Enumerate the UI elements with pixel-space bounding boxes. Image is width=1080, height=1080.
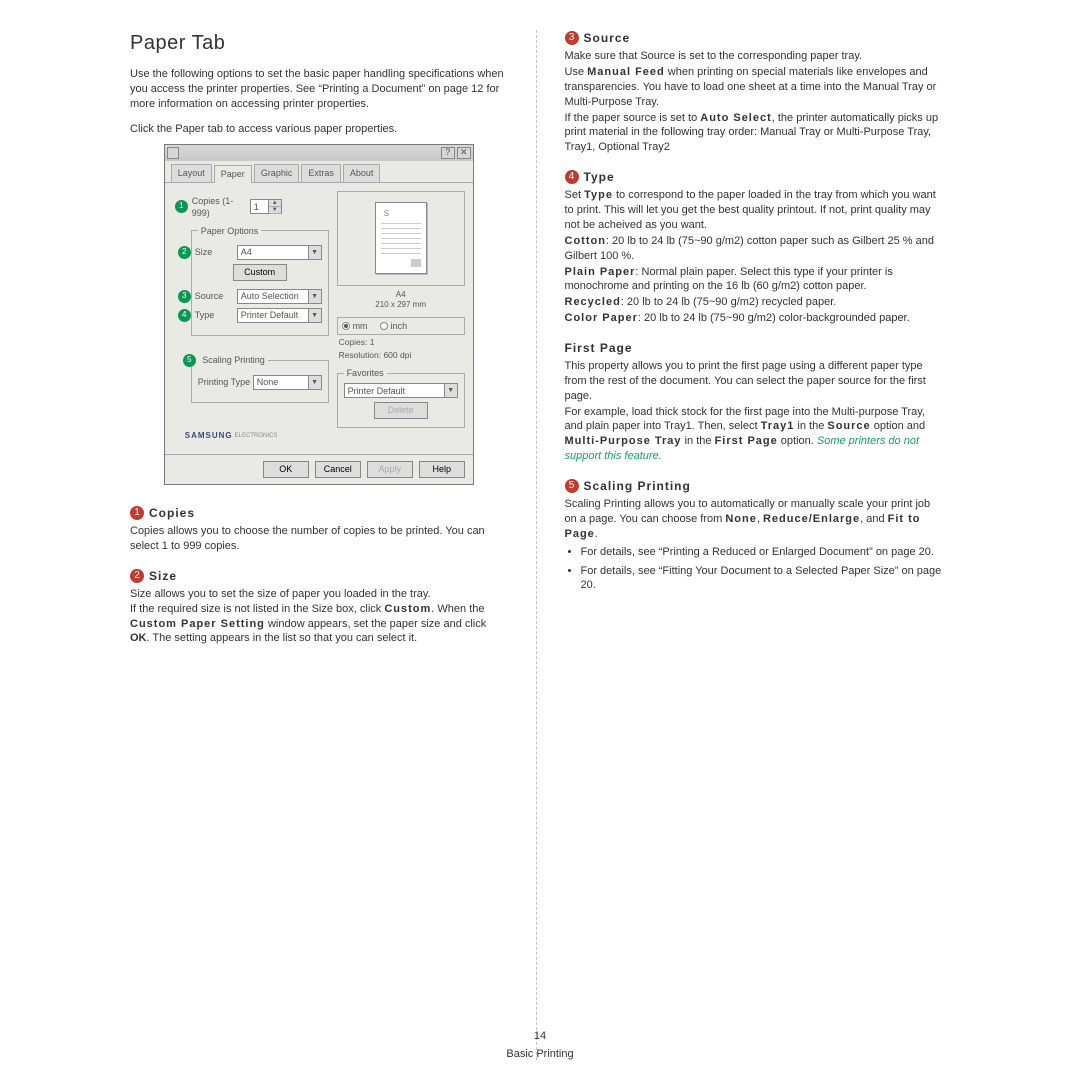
brand-sub: ELECTRONICS: [235, 432, 278, 440]
favorites-delete-button[interactable]: Delete: [374, 402, 428, 419]
printing-type-label: Printing Type: [198, 376, 253, 388]
copies-label: Copies (1-999): [192, 195, 250, 219]
unit-selector[interactable]: mm inch: [337, 317, 465, 335]
callout-2: 2: [178, 246, 191, 259]
section-title-scaling: Scaling Printing: [584, 478, 691, 494]
brand-logo: SAMSUNG: [185, 431, 233, 442]
preview-caption-size: A4: [337, 290, 465, 301]
tab-graphic[interactable]: Graphic: [254, 164, 300, 181]
type-body-1: Set Type to correspond to the paper load…: [565, 188, 943, 233]
favorites-legend: Favorites: [344, 367, 387, 379]
source-body-1: Make sure that Source is set to the corr…: [565, 49, 943, 64]
apply-button[interactable]: Apply: [367, 461, 413, 478]
type-plain: Plain Paper: Normal plain paper. Select …: [565, 265, 943, 295]
favorites-fieldset: Favorites Printer Default▼ Delete: [337, 367, 465, 428]
scaling-bullet-2: For details, see “Fitting Your Document …: [581, 564, 943, 594]
type-color: Color Paper: 20 lb to 24 lb (75~90 g/m2)…: [565, 311, 943, 326]
scaling-legend: Scaling Printing: [202, 355, 265, 365]
info-resolution: Resolution: 600 dpi: [337, 350, 465, 361]
firstpage-body-1: This property allows you to print the fi…: [565, 359, 943, 404]
page-number: 14: [0, 1029, 1080, 1044]
printer-icon: [167, 147, 179, 159]
callout-4: 4: [178, 309, 191, 322]
section-title-firstpage: First Page: [565, 340, 633, 356]
size-body-1: Size allows you to set the size of paper…: [130, 587, 508, 602]
callout-5: 5: [183, 354, 196, 367]
type-label: Type: [195, 309, 237, 321]
page-title: Paper Tab: [130, 30, 508, 57]
radio-mm[interactable]: [342, 322, 350, 330]
favorites-select[interactable]: Printer Default▼: [344, 383, 458, 398]
tab-paper[interactable]: Paper: [214, 165, 252, 182]
custom-size-button[interactable]: Custom: [233, 264, 287, 281]
paper-options-legend: Paper Options: [198, 225, 262, 237]
source-body-3: If the paper source is set to Auto Selec…: [565, 111, 943, 156]
section-num-2: 2: [130, 569, 144, 583]
size-select[interactable]: A4▼: [237, 245, 322, 260]
page-preview: S: [337, 191, 465, 286]
paper-options-fieldset: Paper Options 2 Size A4▼ Custom 3 Source: [191, 225, 329, 336]
cancel-button[interactable]: Cancel: [315, 461, 361, 478]
scaling-body-1: Scaling Printing allows you to automatic…: [565, 497, 943, 542]
ok-button[interactable]: OK: [263, 461, 309, 478]
section-num-3: 3: [565, 31, 579, 45]
source-body-2: Use Manual Feed when printing on special…: [565, 65, 943, 110]
section-num-4: 4: [565, 170, 579, 184]
printer-dialog-screenshot: ? ✕ Layout Paper Graphic Extras About 1 …: [164, 144, 474, 484]
callout-1: 1: [175, 200, 188, 213]
section-title-copies: Copies: [149, 505, 195, 521]
section-title-type: Type: [584, 169, 615, 185]
close-button[interactable]: ✕: [457, 147, 471, 159]
printing-type-select[interactable]: None▼: [253, 375, 322, 390]
section-copies-body: Copies allows you to choose the number o…: [130, 524, 508, 554]
tab-about[interactable]: About: [343, 164, 381, 181]
type-cotton: Cotton: 20 lb to 24 lb (75~90 g/m2) cott…: [565, 234, 943, 264]
preview-caption-dim: 210 x 297 mm: [337, 300, 465, 311]
radio-inch[interactable]: [380, 322, 388, 330]
footer-label: Basic Printing: [0, 1047, 1080, 1062]
section-title-source: Source: [584, 30, 631, 46]
intro-paragraph-2: Click the Paper tab to access various pa…: [130, 122, 508, 137]
tab-layout[interactable]: Layout: [171, 164, 212, 181]
callout-3: 3: [178, 290, 191, 303]
info-copies: Copies: 1: [337, 337, 465, 348]
source-label: Source: [195, 290, 237, 302]
firstpage-body-2: For example, load thick stock for the fi…: [565, 405, 943, 464]
section-title-size: Size: [149, 568, 177, 584]
type-recycled: Recycled: 20 lb to 24 lb (75~90 g/m2) re…: [565, 295, 943, 310]
copies-input[interactable]: 1 ▲▼: [250, 199, 282, 214]
tab-extras[interactable]: Extras: [301, 164, 341, 181]
source-select[interactable]: Auto Selection▼: [237, 289, 322, 304]
size-body-2: If the required size is not listed in th…: [130, 602, 508, 647]
section-num-1: 1: [130, 506, 144, 520]
page-footer: 14 Basic Printing: [0, 1029, 1080, 1062]
section-num-5: 5: [565, 479, 579, 493]
intro-paragraph-1: Use the following options to set the bas…: [130, 67, 508, 112]
scaling-bullet-1: For details, see “Printing a Reduced or …: [581, 545, 943, 560]
type-select[interactable]: Printer Default▼: [237, 308, 322, 323]
size-label: Size: [195, 246, 237, 258]
help-button-footer[interactable]: Help: [419, 461, 465, 478]
help-button[interactable]: ?: [441, 147, 455, 159]
scaling-printing-fieldset: 5 Scaling Printing Printing Type None▼: [191, 354, 329, 403]
